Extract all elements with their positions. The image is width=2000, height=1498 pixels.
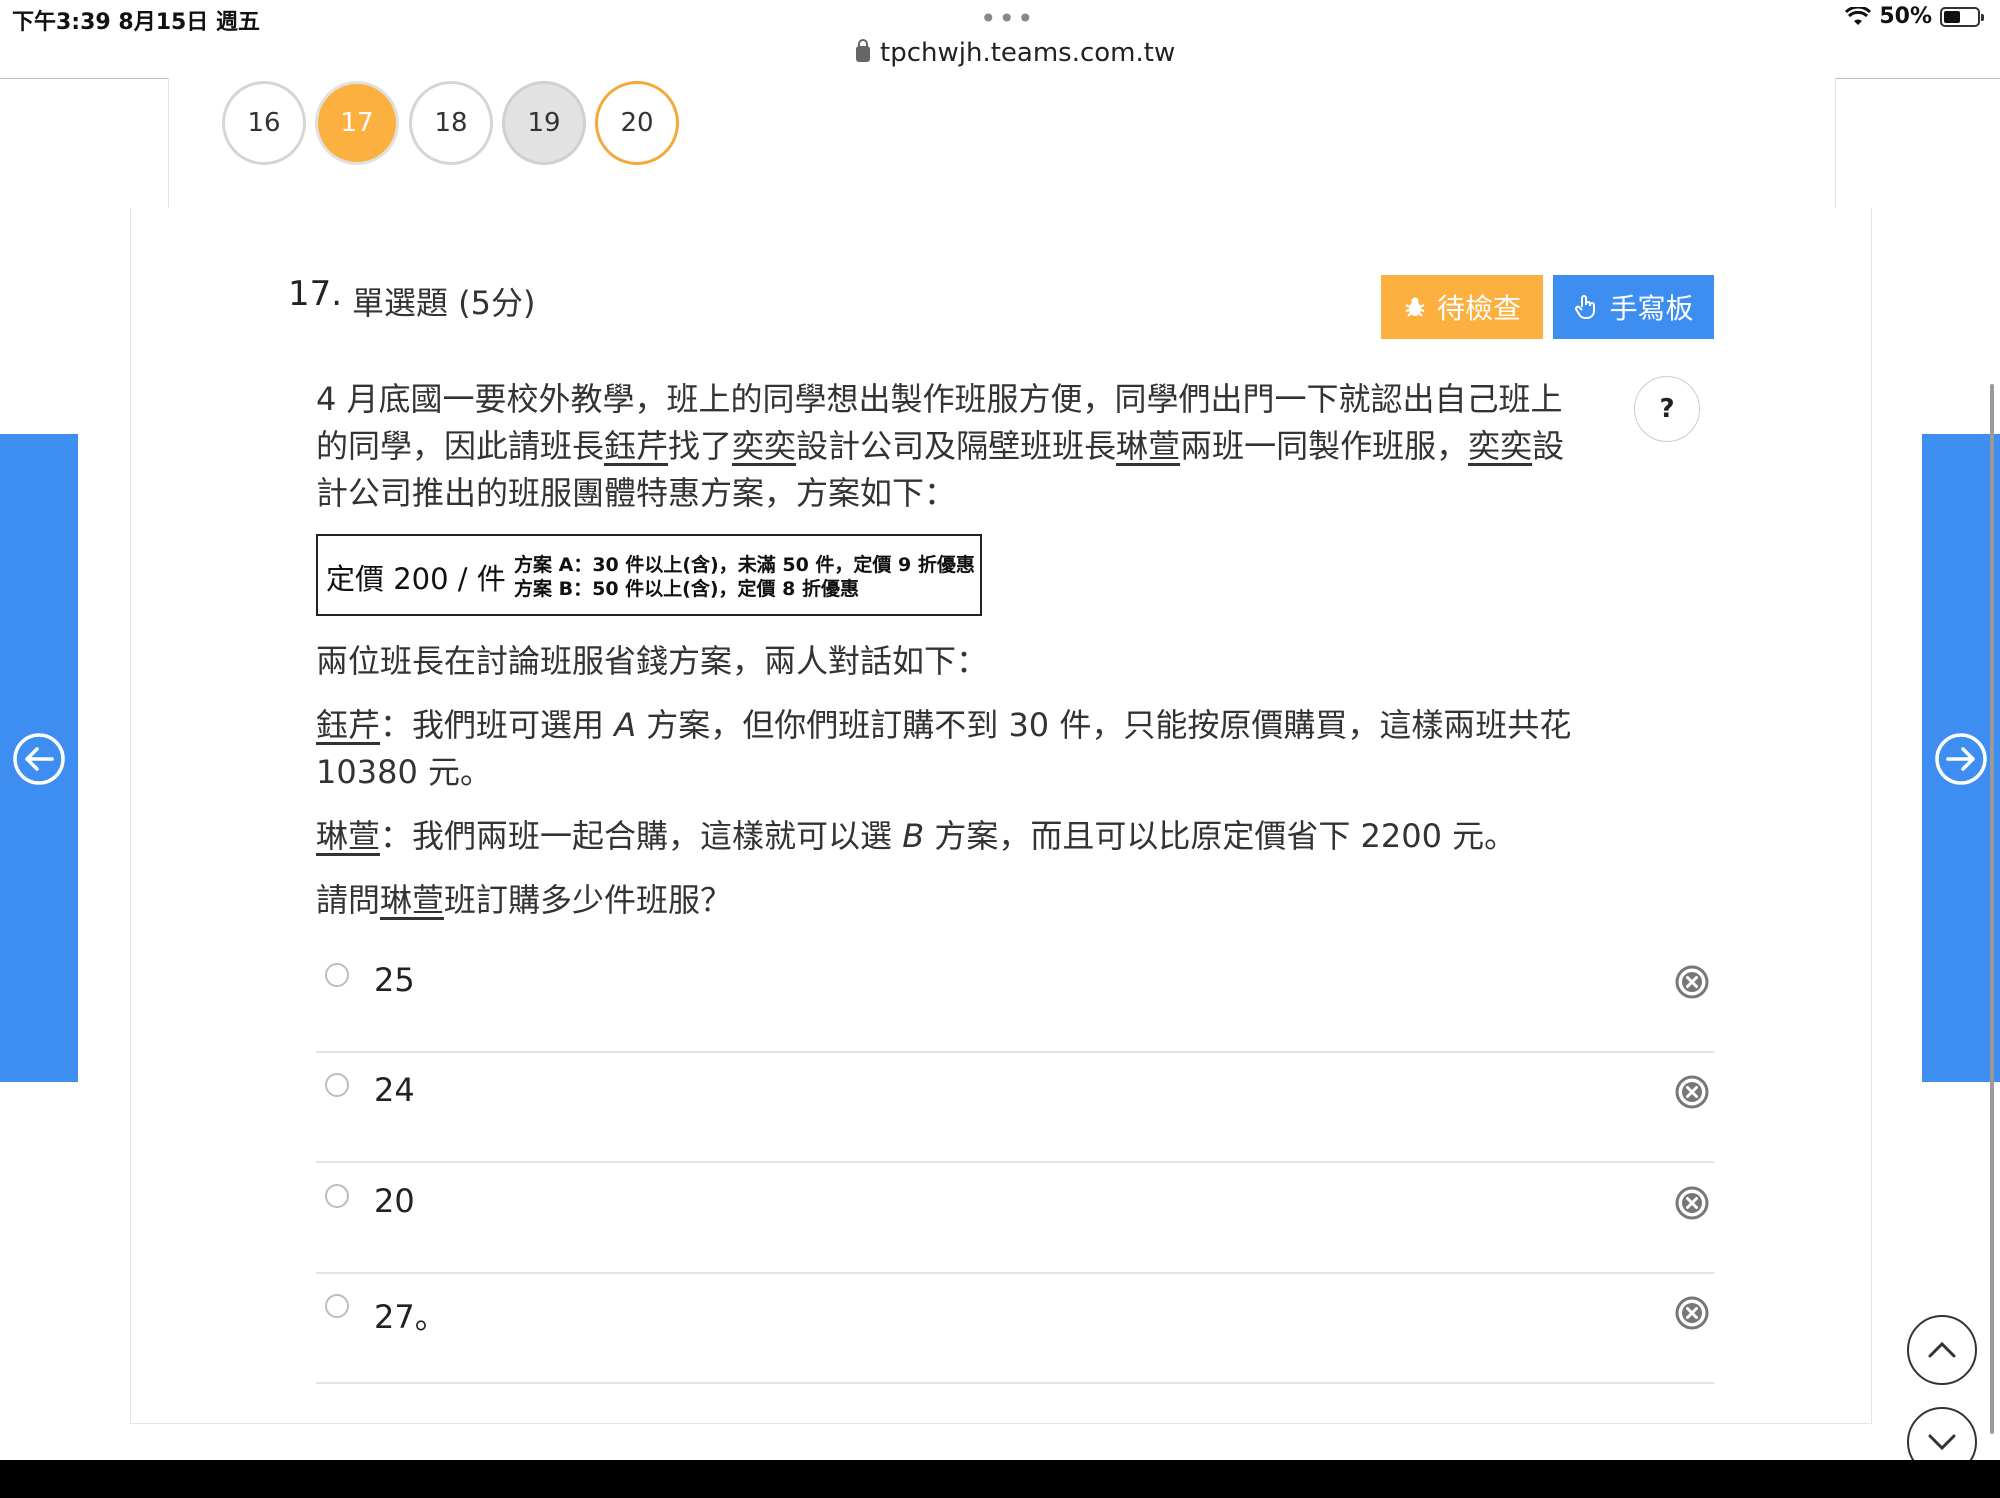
x-circle-icon[interactable] bbox=[1675, 1075, 1709, 1109]
option-label: 25 bbox=[374, 961, 415, 999]
question-nav-item-19[interactable]: 19 bbox=[502, 81, 586, 165]
question-number: 17. bbox=[288, 274, 343, 314]
review-button-label: 待檢查 bbox=[1436, 292, 1521, 325]
name-linxuan: 琳萱 bbox=[1116, 427, 1181, 465]
question-nav-item-18[interactable]: 18 bbox=[409, 81, 493, 165]
handwriting-button-label: 手寫板 bbox=[1609, 292, 1694, 325]
intro-line-1: 4 月底國一要校外教學，班上的同學想出製作班服方便，同學們出門一下就認出自己班上 bbox=[316, 380, 1563, 418]
x-circle-icon[interactable] bbox=[1675, 1186, 1709, 1220]
help-button[interactable]: ? bbox=[1634, 376, 1700, 442]
answer-option[interactable]: 25 bbox=[316, 941, 1714, 1053]
intro-line-3: 計公司推出的班服團體特惠方案，方案如下： bbox=[316, 474, 957, 512]
option-radio[interactable] bbox=[325, 1184, 349, 1208]
question-type: 單選題 (5分) bbox=[352, 284, 536, 322]
answer-option[interactable]: 27。 bbox=[316, 1272, 1714, 1384]
dialog-yuqin: 鈺芹：我們班可選用 A 方案，但你們班訂購不到 30 件，只能按原價購買，這樣兩… bbox=[316, 706, 1572, 791]
question-nav-item-20[interactable]: 20 bbox=[595, 81, 679, 165]
battery-icon bbox=[1940, 6, 1984, 27]
address-bar[interactable]: tpchwjh.teams.com.tw bbox=[856, 38, 1175, 68]
speaker-linxuan: 琳萱 bbox=[316, 817, 381, 855]
speaker-yuqin: 鈺芹 bbox=[316, 706, 381, 744]
prev-question-button[interactable] bbox=[0, 434, 78, 1082]
question-ask: 請問琳萱班訂購多少件班服？ bbox=[316, 881, 733, 919]
status-bar: 下午3:39 8月15日 週五 ••• tpchwjh.teams.com.tw… bbox=[0, 0, 2000, 80]
chevron-up-icon bbox=[1928, 1341, 1956, 1358]
arrow-right-circle-icon bbox=[1935, 733, 1987, 785]
price-table-image: 定價 200 / 件 方案 A：30 件以上(含)，未滿 50 件，定價 9 折… bbox=[316, 534, 982, 616]
bug-icon bbox=[1405, 297, 1425, 317]
scroll-up-button[interactable] bbox=[1907, 1315, 1977, 1385]
status-time: 下午3:39 8月15日 週五 bbox=[12, 10, 260, 35]
option-label: 24 bbox=[374, 1071, 415, 1109]
name-yuqin: 鈺芹 bbox=[604, 427, 669, 465]
url-text: tpchwjh.teams.com.tw bbox=[880, 38, 1176, 68]
review-button[interactable]: 待檢查 bbox=[1381, 275, 1543, 339]
hand-pointer-icon bbox=[1575, 295, 1596, 319]
chevron-down-icon bbox=[1928, 1434, 1956, 1451]
plan-a: 方案 A：30 件以上(含)，未滿 50 件，定價 9 折優惠 bbox=[514, 554, 975, 576]
company-yiyi: 奕奕 bbox=[732, 427, 797, 465]
question-nav-item-16[interactable]: 16 bbox=[222, 81, 306, 165]
option-radio[interactable] bbox=[325, 963, 349, 987]
option-label: 27。 bbox=[374, 1298, 447, 1336]
question-intro: 4 月底國一要校外教學，班上的同學想出製作班服方便，同學們出門一下就認出自己班上… bbox=[316, 376, 1636, 517]
price-label: 定價 200 / 件 bbox=[326, 562, 506, 596]
ask-name-linxuan: 琳萱 bbox=[380, 881, 445, 919]
status-right: 50% bbox=[1845, 4, 1984, 29]
x-circle-icon[interactable] bbox=[1675, 1296, 1709, 1330]
x-circle-icon[interactable] bbox=[1675, 965, 1709, 999]
answer-option[interactable]: 20 bbox=[316, 1162, 1714, 1274]
option-radio[interactable] bbox=[325, 1294, 349, 1318]
arrow-left-circle-icon bbox=[13, 733, 65, 785]
next-question-button[interactable] bbox=[1922, 434, 2000, 1082]
company-yiyi-2: 奕奕 bbox=[1468, 427, 1533, 465]
question-nav-item-17[interactable]: 17 bbox=[315, 81, 399, 165]
intro-line-2: 的同學，因此請班長鈺芹找了奕奕設計公司及隔壁班班長琳萱兩班一同製作班服，奕奕設 bbox=[316, 427, 1565, 465]
bottom-bar bbox=[0, 1460, 2000, 1498]
option-radio[interactable] bbox=[325, 1073, 349, 1097]
wifi-icon bbox=[1845, 5, 1872, 27]
battery-percent: 50% bbox=[1879, 4, 1932, 29]
dialog-linxuan: 琳萱：我們兩班一起合購，這樣就可以選 B 方案，而且可以比原定價省下 2200 … bbox=[316, 817, 1517, 855]
lock-icon bbox=[856, 39, 870, 62]
plan-b: 方案 B：50 件以上(含)，定價 8 折優惠 bbox=[514, 578, 859, 600]
handwriting-button[interactable]: 手寫板 bbox=[1553, 275, 1714, 339]
answer-option[interactable]: 24 bbox=[316, 1051, 1714, 1163]
option-label: 20 bbox=[374, 1182, 415, 1220]
scrollbar[interactable] bbox=[1990, 384, 1994, 1434]
multitask-dots-icon[interactable]: ••• bbox=[980, 2, 1036, 35]
dialog-intro: 兩位班長在討論班服省錢方案，兩人對話如下： bbox=[316, 642, 989, 680]
